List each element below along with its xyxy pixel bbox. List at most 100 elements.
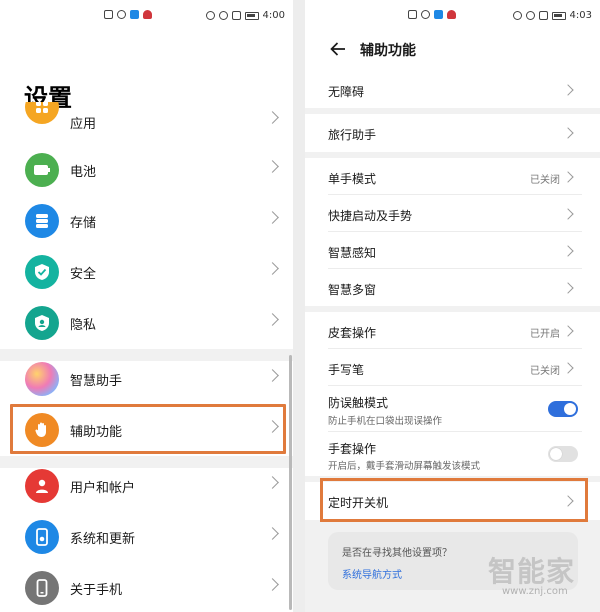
settings-item-users[interactable]: 用户和帐户 (0, 461, 293, 512)
status-right-icons: 4:03 (512, 10, 592, 21)
shield-check-icon (25, 255, 59, 289)
sim-icon (408, 10, 417, 19)
settings-item-storage[interactable]: 存储 (0, 196, 293, 247)
status-left-icons (408, 10, 456, 19)
headphones-icon (218, 11, 228, 20)
settings-item-label: 电池 (70, 165, 97, 180)
status-bar: 4:03 (305, 10, 600, 26)
row-shortcuts-gestures[interactable]: 快捷启动及手势 (305, 195, 600, 232)
back-arrow-icon[interactable] (329, 40, 347, 58)
settings-item-label: 存储 (70, 216, 97, 231)
phone-icon (25, 571, 59, 605)
row-scheduled-power[interactable]: 定时开关机 (305, 482, 600, 520)
row-subtitle: 开启后，戴手套滑动屏幕触发该模式 (328, 461, 481, 472)
storage-icon (25, 204, 59, 238)
settings-item-smart-assistant[interactable]: 智慧助手 (0, 354, 293, 405)
chevron-right-icon (266, 262, 279, 275)
row-stylus[interactable]: 手写笔 已关闭 (305, 349, 600, 386)
settings-item-label: 智慧助手 (70, 374, 123, 389)
chevron-right-icon (266, 111, 279, 124)
system-update-icon (25, 520, 59, 554)
row-label: 手写笔 (328, 363, 365, 377)
page-title: 辅助功能 (360, 43, 416, 59)
row-label: 手套操作 (328, 442, 377, 456)
row-label: 防误触模式 (328, 396, 389, 410)
chevron-right-icon (266, 578, 279, 591)
vibrate-icon (538, 11, 548, 20)
wifi-icon (117, 10, 126, 19)
privacy-icon (25, 306, 59, 340)
eye-icon (512, 11, 522, 20)
row-label: 皮套操作 (328, 326, 377, 340)
row-one-hand-mode[interactable]: 单手模式 已关闭 (305, 158, 600, 195)
settings-item-about[interactable]: 关于手机 (0, 563, 293, 612)
headphones-icon (525, 11, 535, 20)
chevron-right-icon (562, 495, 574, 507)
header: 辅助功能 (305, 26, 600, 76)
chevron-right-icon (266, 369, 279, 382)
row-status: 已开启 (530, 329, 560, 340)
cloud-icon (434, 10, 443, 19)
settings-item-accessibility[interactable]: 辅助功能 (0, 405, 293, 456)
row-label: 定时开关机 (328, 496, 389, 510)
settings-screen: 4:00 设置 应用 电池 存储 安全 隐私 智慧助手 辅助功能 用户和帐户 系… (0, 0, 293, 612)
watermark: 智能家 www.znj.com (480, 550, 600, 600)
row-travel-assistant[interactable]: 旅行助手 (305, 114, 600, 152)
cloud-icon (130, 10, 139, 19)
suggestion-question: 是否在寻找其他设置项？ (342, 548, 452, 559)
row-label: 无障碍 (328, 85, 365, 99)
settings-item-label: 用户和帐户 (70, 481, 136, 496)
row-smart-multi-window[interactable]: 智慧多窗 (305, 269, 600, 306)
scrollbar[interactable] (289, 355, 292, 610)
settings-item-label: 关于手机 (70, 583, 123, 598)
chevron-right-icon (562, 208, 574, 220)
status-right-icons: 4:00 (205, 10, 285, 21)
glove-mode-toggle[interactable] (548, 446, 578, 462)
settings-item-battery[interactable]: 电池 (0, 145, 293, 196)
status-left-icons (104, 10, 152, 19)
sim-icon (104, 10, 113, 19)
settings-item-apps[interactable]: 应用 (0, 102, 293, 132)
settings-item-label: 隐私 (70, 318, 97, 333)
settings-item-security[interactable]: 安全 (0, 247, 293, 298)
watermark-url: www.znj.com (502, 586, 568, 597)
row-accessibility-services[interactable]: 无障碍 (305, 76, 600, 108)
settings-item-label: 应用 (70, 117, 97, 132)
huawei-icon (447, 10, 456, 19)
row-label: 单手模式 (328, 172, 377, 186)
eye-icon (205, 11, 215, 20)
row-subtitle: 防止手机在口袋出现误操作 (328, 416, 443, 427)
chevron-right-icon (562, 245, 574, 257)
settings-item-label: 系统和更新 (70, 532, 136, 547)
row-smart-perception[interactable]: 智慧感知 (305, 232, 600, 269)
status-time: 4:03 (569, 10, 592, 21)
status-bar: 4:00 (0, 10, 293, 26)
accidental-touch-toggle[interactable] (548, 401, 578, 417)
panel-gap (293, 0, 305, 612)
row-cover-operation[interactable]: 皮套操作 已开启 (305, 312, 600, 349)
chevron-right-icon (562, 362, 574, 374)
row-accidental-touch-mode: 防误触模式 防止手机在口袋出现误操作 (305, 386, 600, 432)
row-label: 智慧感知 (328, 246, 377, 260)
wifi-icon (421, 10, 430, 19)
settings-item-system[interactable]: 系统和更新 (0, 512, 293, 563)
battery-status-icon (244, 11, 259, 20)
row-status: 已关闭 (530, 175, 560, 186)
watermark-text: 智能家 (488, 555, 576, 588)
chevron-right-icon (266, 160, 279, 173)
battery-status-icon (551, 11, 566, 20)
vibrate-icon (231, 11, 241, 20)
chevron-right-icon (562, 325, 574, 337)
row-label: 快捷启动及手势 (328, 209, 413, 223)
chevron-right-icon (266, 527, 279, 540)
status-time: 4:00 (262, 10, 285, 21)
settings-item-privacy[interactable]: 隐私 (0, 298, 293, 349)
chevron-right-icon (266, 313, 279, 326)
row-label: 旅行助手 (328, 128, 377, 142)
settings-item-label: 辅助功能 (70, 425, 123, 440)
suggestion-link[interactable]: 系统导航方式 (342, 566, 402, 581)
chevron-right-icon (266, 476, 279, 489)
hand-icon (25, 413, 59, 447)
smart-assistant-icon (25, 362, 59, 396)
chevron-right-icon (562, 127, 574, 139)
